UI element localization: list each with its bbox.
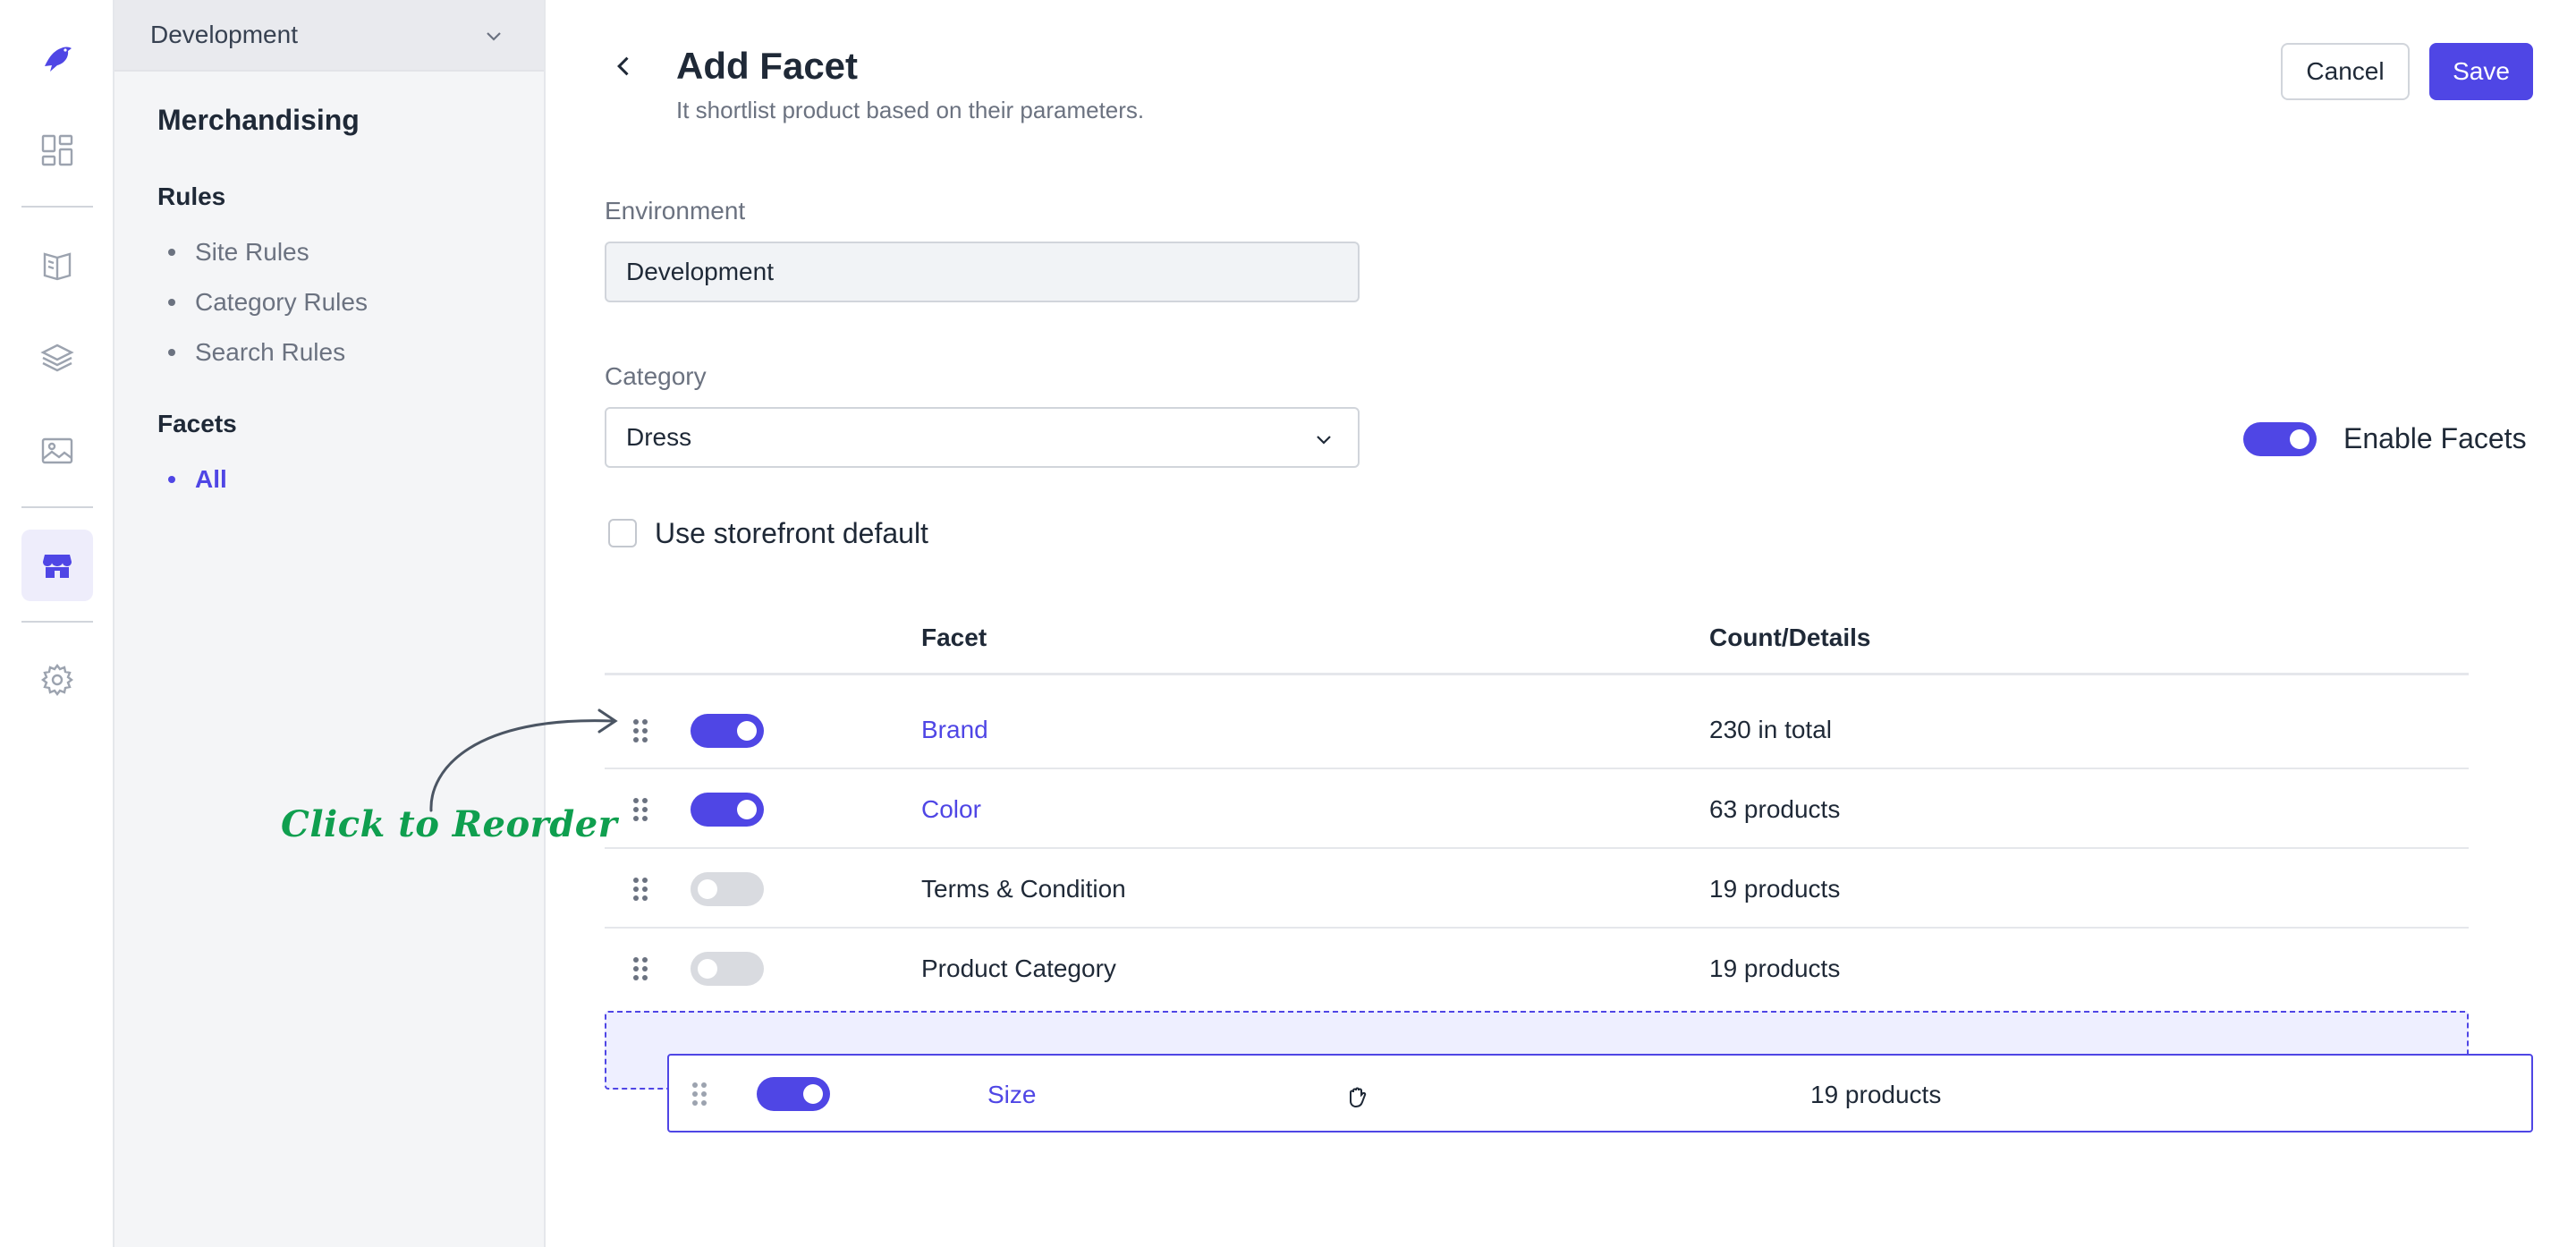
dragging-row[interactable]: Size 19 products [667, 1054, 2533, 1132]
row-divider [605, 768, 2469, 769]
environment-switcher-label: Development [150, 21, 298, 48]
rail-divider [21, 506, 93, 508]
nav-item-site-rules[interactable]: Site Rules [168, 238, 309, 267]
facet-count: 19 products [1709, 954, 1841, 982]
drag-handle-icon[interactable] [631, 876, 649, 903]
nav-item-category-rules[interactable]: Category Rules [168, 288, 368, 317]
facet-name-link[interactable]: Brand [921, 716, 988, 744]
facet-count: 63 products [1709, 795, 1841, 823]
image-icon[interactable] [21, 415, 93, 487]
subnav-title: Merchandising [157, 104, 360, 136]
toggle-knob [698, 879, 717, 899]
facet-name: Terms & Condition [921, 875, 1126, 903]
facet-toggle[interactable] [691, 793, 764, 827]
nav-item-label: Search Rules [195, 338, 346, 366]
dashboard-icon[interactable] [21, 115, 93, 186]
toggle-knob [698, 959, 717, 979]
layers-icon[interactable] [21, 322, 93, 394]
group-title-facets: Facets [157, 410, 237, 437]
column-header-facet[interactable]: Facet [921, 624, 987, 652]
icon-rail [0, 0, 114, 1247]
drag-handle-icon[interactable] [691, 1081, 708, 1107]
toggle-knob [803, 1084, 823, 1104]
storefront-default-checkbox[interactable] [608, 519, 637, 547]
page-title: Add Facet [676, 45, 859, 87]
facet-count: 19 products [1810, 1081, 1942, 1108]
chevron-down-icon [1317, 436, 1331, 445]
bullet [168, 476, 175, 483]
grab-cursor-icon [1350, 1087, 1367, 1108]
save-button[interactable]: Save [2429, 43, 2533, 100]
facet-count: 19 products [1709, 875, 1841, 903]
secondary-nav: Development Merchandising Rules Site Rul… [114, 0, 546, 1247]
nav-item-search-rules[interactable]: Search Rules [168, 338, 345, 367]
facet-toggle[interactable] [691, 952, 764, 986]
environment-switcher[interactable]: Development [114, 0, 544, 72]
facet-toggle[interactable] [691, 714, 764, 748]
environment-field-value: Development [626, 258, 774, 285]
store-icon[interactable] [21, 530, 93, 601]
toggle-knob [2290, 429, 2309, 449]
column-header-count[interactable]: Count/Details [1709, 624, 1870, 652]
bullet [168, 349, 175, 356]
drag-handle-icon[interactable] [631, 717, 649, 744]
facet-toggle[interactable] [757, 1077, 830, 1111]
drag-handle-icon[interactable] [631, 796, 649, 823]
category-select-value: Dress [626, 423, 692, 451]
nav-item-label: Category Rules [195, 288, 368, 316]
toggle-knob [737, 721, 757, 741]
book-icon[interactable] [21, 229, 93, 301]
bullet [168, 299, 175, 306]
table-header-divider [605, 673, 2469, 675]
category-label: Category [605, 362, 707, 390]
rail-divider [21, 206, 93, 208]
facet-toggle[interactable] [691, 872, 764, 906]
bird-logo-icon[interactable] [21, 21, 93, 93]
row-divider [605, 927, 2469, 929]
facet-name-link[interactable]: Color [921, 795, 981, 824]
bullet [168, 249, 175, 256]
enable-facets-label: Enable Facets [2343, 422, 2527, 454]
enable-facets-toggle[interactable] [2243, 422, 2317, 456]
back-button[interactable] [605, 47, 644, 86]
facet-name-link[interactable]: Size [987, 1081, 1036, 1109]
environment-field[interactable]: Development [605, 242, 1360, 302]
facet-name: Product Category [921, 954, 1116, 982]
storefront-default-label: Use storefront default [655, 517, 928, 549]
annotation-arrow [429, 708, 618, 812]
cancel-button[interactable]: Cancel [2281, 43, 2410, 100]
chevron-down-icon [487, 32, 501, 41]
nav-item-label: All [195, 465, 227, 493]
row-divider [605, 847, 2469, 849]
rail-divider [21, 621, 93, 623]
annotation-label: Click to Reorder [281, 803, 618, 845]
drag-handle-icon[interactable] [631, 955, 649, 982]
group-title-rules: Rules [157, 182, 226, 210]
page-subtitle: It shortlist product based on their para… [676, 97, 1145, 123]
category-select[interactable]: Dress [605, 407, 1360, 468]
environment-label: Environment [605, 197, 746, 225]
toggle-knob [737, 800, 757, 819]
nav-item-label: Site Rules [195, 238, 309, 266]
nav-item-all-facets[interactable]: All [168, 465, 227, 494]
facet-count: 230 in total [1709, 716, 1832, 743]
chevron-left-icon [617, 56, 629, 76]
gear-icon[interactable] [21, 644, 93, 716]
